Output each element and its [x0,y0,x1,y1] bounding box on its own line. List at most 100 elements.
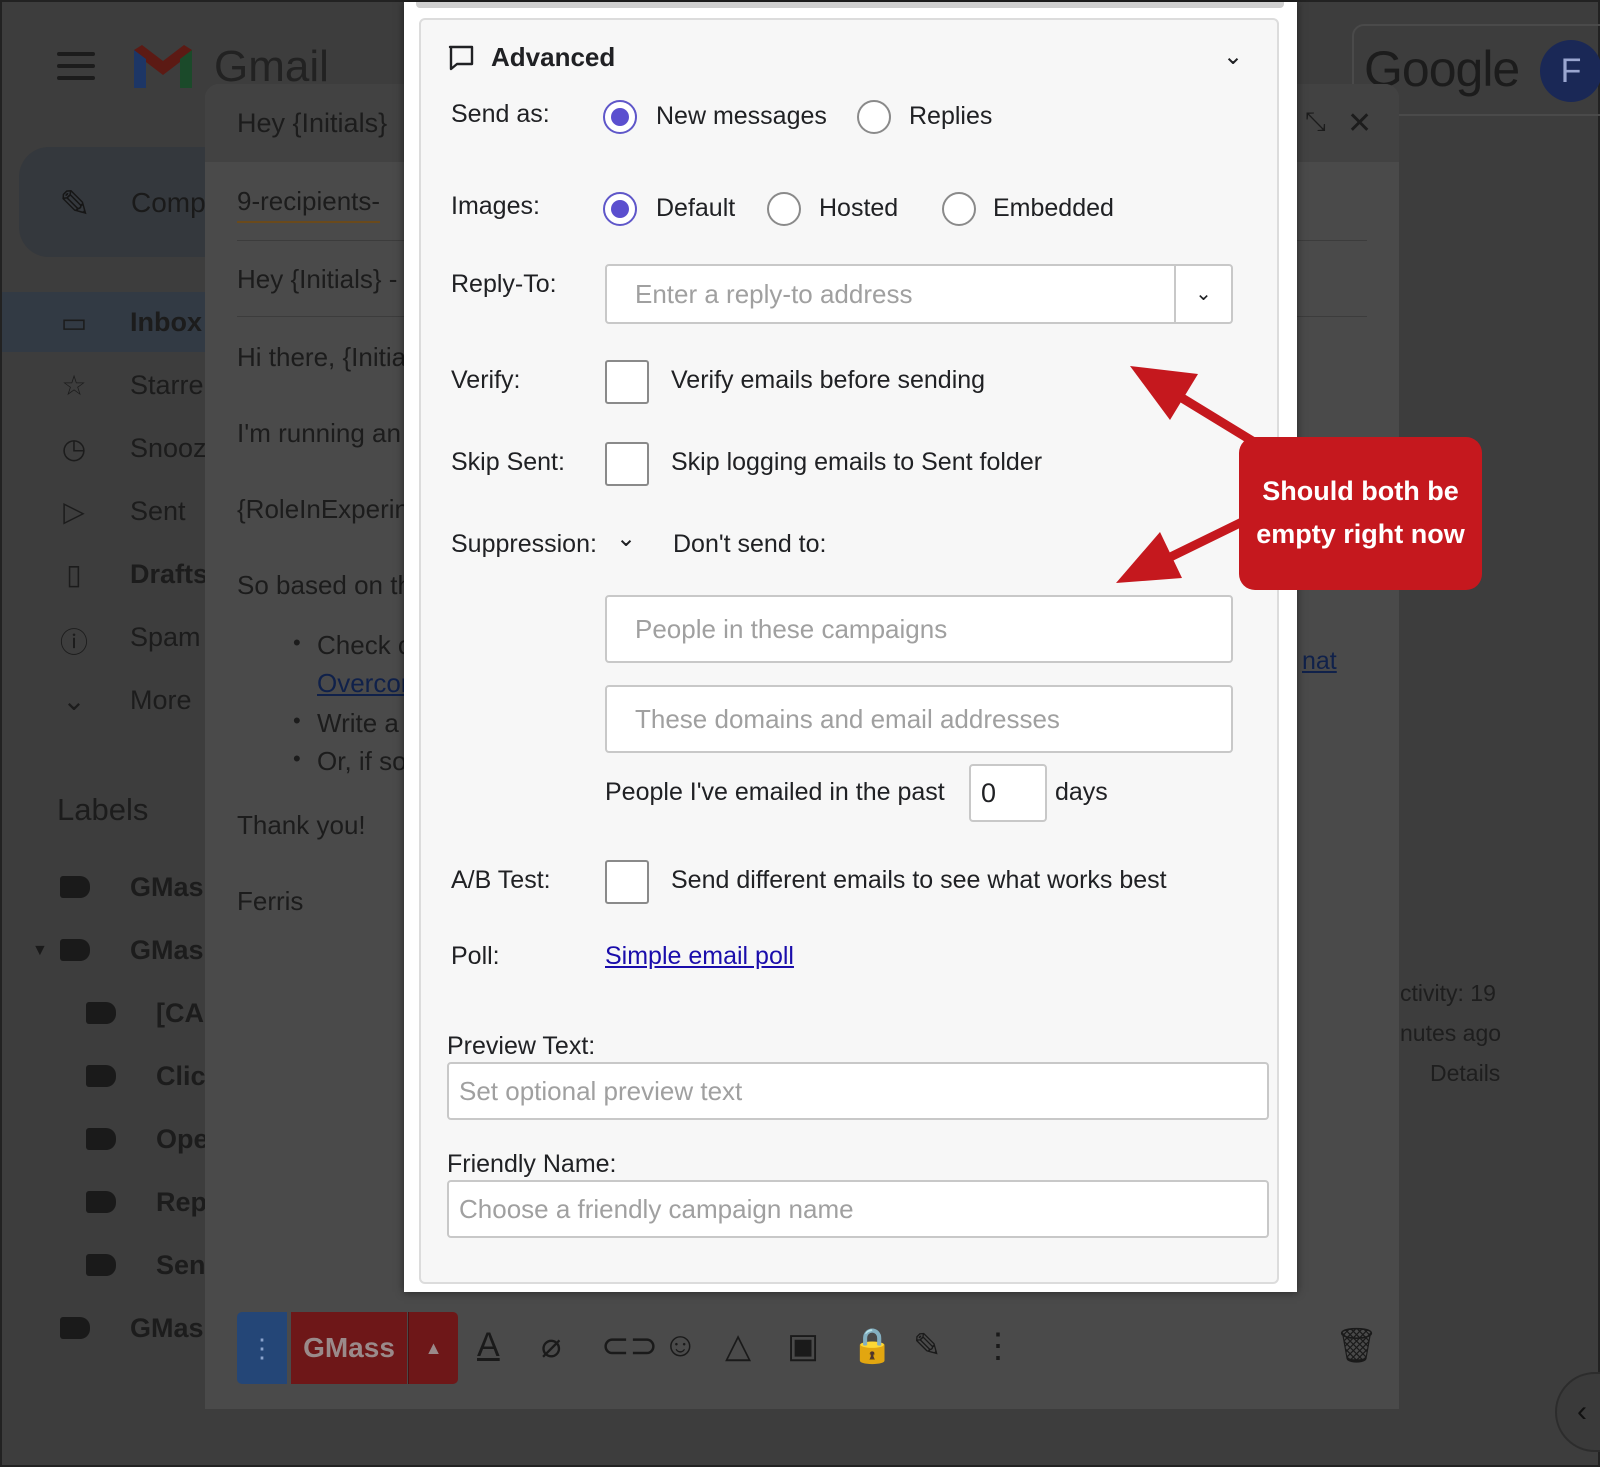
activity-time: nutes ago [1400,1020,1502,1046]
gmass-send-button[interactable]: GMass [291,1312,407,1384]
close-icon[interactable]: ✕ [1347,106,1372,141]
modal-scroll-edge [416,2,1284,8]
body-line: Hi there, {Initia [237,342,407,372]
inbox-icon: ▭ [60,307,88,338]
suppression-label: Suppression: [451,530,597,558]
radio-embedded[interactable] [942,192,976,226]
body-bullet: Or, if so [317,746,407,776]
label-tag-icon [60,876,90,898]
skip-sent-label: Skip Sent: [451,448,565,476]
send-icon: ▷ [63,496,85,527]
ab-test-label: A/B Test: [451,866,551,894]
friendly-name-input[interactable]: Choose a friendly campaign name [447,1180,1269,1238]
past-days-suffix: days [1055,778,1108,806]
trash-icon[interactable]: 🗑 [1335,1326,1378,1366]
drive-icon[interactable]: △ [725,1326,751,1366]
avatar[interactable]: F [1540,40,1600,102]
preview-text-label: Preview Text: [447,1032,596,1060]
preview-text-input[interactable]: Set optional preview text [447,1062,1269,1120]
body-line: I'm running an [237,418,401,448]
past-days-prefix: People I've emailed in the past [605,778,945,806]
body-link[interactable]: Overcor [317,668,409,699]
gmass-settings-modal: Advanced ⌄ Send as: New messages Replies… [404,2,1297,1292]
simple-poll-link[interactable]: Simple email poll [605,942,794,971]
verify-checkbox[interactable] [605,360,649,404]
body-line: So based on th [237,570,412,600]
bullet-dot: • [293,630,301,655]
reply-to-dropdown-icon[interactable]: ⌄ [1174,264,1233,324]
friendly-name-label: Friendly Name: [447,1150,617,1178]
label-tag-icon [86,1191,116,1213]
collapse-chevron-icon[interactable]: ⌄ [1223,42,1243,71]
confidential-icon[interactable]: 🔒 [851,1326,893,1366]
activity-text: ctivity: 19 [1400,980,1496,1006]
radio-replies[interactable] [857,100,891,134]
past-days-input[interactable]: 0 [969,764,1047,822]
alert-icon: ⓘ [59,627,88,658]
emoji-icon[interactable]: ☺ [663,1326,698,1365]
body-thanks: Thank you! [237,810,366,840]
compose-label: Comp [131,187,206,218]
background-link[interactable]: nat [1302,647,1337,676]
images-label: Images: [451,192,540,220]
dont-send-label: Don't send to: [673,530,827,558]
caret-down-icon[interactable]: ▼ [32,942,48,960]
subject-field[interactable]: Hey {Initials} - [237,264,397,295]
radio-hosted[interactable] [767,192,801,226]
skip-sent-checkbox[interactable] [605,442,649,486]
side-panel-toggle[interactable]: ‹ [1555,1372,1600,1452]
star-icon: ☆ [61,370,87,401]
text-format-icon[interactable]: A [477,1326,500,1365]
campaigns-input[interactable]: People in these campaigns [605,595,1233,663]
link-icon[interactable]: ⊂⊃ [601,1326,658,1366]
labels-heading: Labels [57,792,149,827]
replies-label: Replies [909,102,993,130]
callout-line-2: empty right now [1256,519,1465,549]
skip-sent-text: Skip logging emails to Sent folder [671,448,1043,476]
body-bullet: Write a [317,708,399,738]
new-messages-label: New messages [656,102,827,130]
radio-new-messages[interactable] [603,100,637,134]
clock-icon: ◷ [61,433,87,464]
main-menu-icon[interactable] [57,52,95,80]
label-tag-icon [86,1128,116,1150]
comment-icon [448,45,474,71]
pencil-icon: ✎ [59,184,91,226]
gmass-settings-button[interactable]: ⋮ [237,1312,287,1384]
suppression-chevron-icon[interactable]: ⌄ [616,524,636,553]
advanced-title: Advanced [491,42,616,72]
ab-test-checkbox[interactable] [605,860,649,904]
gmass-options-arrow-icon[interactable]: ▲ [408,1312,458,1384]
bullet-dot: • [293,708,301,733]
label-tag-icon [86,1254,116,1276]
details-link[interactable]: Details [1430,1060,1500,1087]
signature-icon[interactable]: ✎ [913,1326,942,1366]
reply-to-label: Reply-To: [451,270,557,298]
image-icon[interactable]: ▣ [787,1326,819,1366]
advanced-panel: Advanced ⌄ Send as: New messages Replies… [419,18,1279,1284]
callout-line-1: Should both be [1262,476,1459,506]
reply-to-input[interactable]: Enter a reply-to address [605,264,1176,324]
chevron-left-icon: ‹ [1577,1395,1587,1428]
send-as-label: Send as: [451,100,550,128]
attach-icon[interactable]: ⌀ [541,1326,561,1366]
more-options-icon[interactable]: ⋮ [981,1326,1015,1366]
body-bullet: Check c [317,630,411,660]
radio-default[interactable] [603,192,637,226]
recipients-field[interactable]: 9-recipients- [237,186,381,223]
chevron-down-icon: ⌄ [62,685,86,716]
default-label: Default [656,194,736,222]
label-tag-icon [86,1002,116,1024]
exit-fullscreen-icon[interactable]: ⤡ [1305,106,1326,138]
hosted-label: Hosted [819,194,899,222]
compose-toolbar: ⋮ GMass ▲ A ⌀ ⊂⊃ ☺ △ ▣ 🔒 ✎ ⋮ 🗑 [205,1304,1399,1394]
screenshot-frame: Gmail Google F ✎ Comp ▭ Inbox ☆ Starre ◷… [0,0,1600,1467]
domains-input[interactable]: These domains and email addresses [605,685,1233,753]
embedded-label: Embedded [993,194,1114,222]
annotation-callout: Should both be empty right now [1239,437,1482,590]
label-tag-icon [60,939,90,961]
gmail-logo-icon [134,45,192,88]
file-icon: ▯ [66,559,82,590]
verify-text: Verify emails before sending [671,366,986,394]
body-signature: Ferris [237,886,304,916]
